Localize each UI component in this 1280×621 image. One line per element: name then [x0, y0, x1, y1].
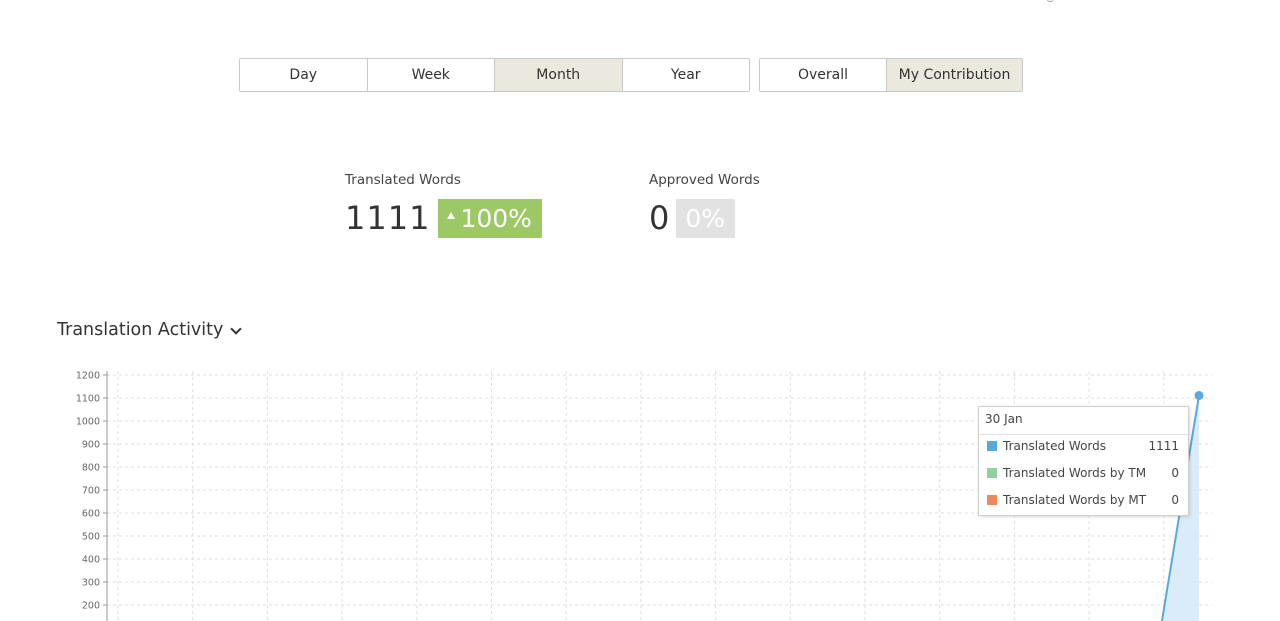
- tooltip-row: Translated Words 1111: [987, 439, 1179, 453]
- scope-filter: Overall My Contribution: [759, 58, 1023, 92]
- top-decoration: [1046, 0, 1054, 2]
- translated-words-label: Translated Words: [345, 172, 461, 188]
- tooltip-series-value: 0: [1171, 466, 1179, 480]
- tooltip-series-name: Translated Words by TM: [1003, 466, 1147, 480]
- translated-change-badge: 100%: [438, 199, 542, 238]
- tooltip-row: Translated Words by MT 0: [987, 493, 1179, 507]
- trend-up-icon: [447, 212, 456, 219]
- tooltip-date: 30 Jan: [985, 412, 1023, 426]
- y-tick-label: 300: [82, 578, 100, 589]
- translated-words-stat: Translated Words 1111 100%: [345, 172, 542, 238]
- translated-words-point: [1194, 390, 1204, 400]
- y-tick-label: 200: [82, 601, 100, 612]
- approved-change-value: 0%: [685, 204, 726, 233]
- tooltip-divider: [979, 434, 1188, 435]
- approved-change-badge: 0%: [676, 199, 736, 238]
- series-swatch: [987, 495, 997, 505]
- y-tick-label: 1000: [76, 417, 100, 428]
- tooltip-series-name: Translated Words: [1003, 439, 1107, 453]
- translated-change-value: 100%: [460, 204, 532, 233]
- y-tick-label: 600: [82, 509, 100, 520]
- y-tick-label: 1100: [76, 394, 100, 405]
- chevron-down-icon: [230, 322, 243, 335]
- period-filter: Day Week Month Year: [239, 58, 750, 92]
- y-tick-label: 400: [82, 555, 100, 566]
- period-day-button[interactable]: Day: [240, 59, 368, 91]
- tooltip-series-name: Translated Words by MT: [1003, 493, 1147, 507]
- y-tick-label: 1200: [76, 371, 100, 382]
- period-year-button[interactable]: Year: [622, 59, 749, 91]
- scope-overall-button[interactable]: Overall: [760, 59, 887, 91]
- section-title: Translation Activity: [57, 320, 224, 340]
- period-month-button[interactable]: Month: [495, 59, 623, 91]
- series-swatch: [987, 468, 997, 478]
- y-tick-label: 900: [82, 440, 100, 451]
- chart-tooltip: 30 Jan Translated Words 1111 Translated …: [978, 406, 1189, 516]
- translated-words-value: 1111: [345, 199, 431, 237]
- y-tick-label: 800: [82, 463, 100, 474]
- series-swatch: [987, 441, 997, 451]
- period-week-button[interactable]: Week: [367, 59, 495, 91]
- approved-words-value: 0: [649, 199, 671, 237]
- tooltip-series-value: 1111: [1148, 439, 1179, 453]
- tooltip-row: Translated Words by TM 0: [987, 466, 1179, 480]
- translation-activity-toggle[interactable]: Translation Activity: [57, 320, 243, 340]
- tooltip-series-value: 0: [1171, 493, 1179, 507]
- scope-my-contribution-button[interactable]: My Contribution: [887, 59, 1022, 91]
- approved-words-stat: Approved Words 0 0%: [649, 172, 760, 238]
- approved-words-label: Approved Words: [649, 172, 760, 188]
- y-tick-label: 700: [82, 486, 100, 497]
- y-tick-label: 500: [82, 532, 100, 543]
